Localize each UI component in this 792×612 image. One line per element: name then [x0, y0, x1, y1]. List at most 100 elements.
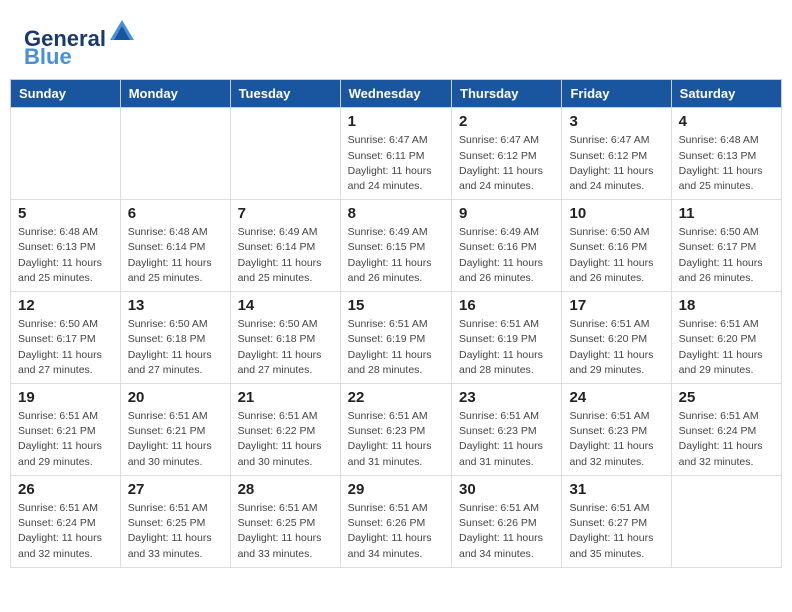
- calendar-cell: 10 Sunrise: 6:50 AM Sunset: 6:16 PM Dayli…: [562, 200, 671, 292]
- day-info: Sunrise: 6:51 AM Sunset: 6:23 PM Dayligh…: [459, 409, 554, 470]
- col-header-saturday: Saturday: [671, 80, 781, 108]
- day-info: Sunrise: 6:51 AM Sunset: 6:19 PM Dayligh…: [348, 317, 444, 378]
- calendar-week-2: 12 Sunrise: 6:50 AM Sunset: 6:17 PM Dayli…: [11, 292, 782, 384]
- calendar-cell: 11Sunrise: 6:50 AM Sunset: 6:17 PM Dayli…: [671, 200, 781, 292]
- calendar-table: SundayMondayTuesdayWednesdayThursdayFrid…: [10, 79, 782, 567]
- calendar-cell: [11, 108, 121, 200]
- day-number: 16: [459, 297, 554, 314]
- day-info: Sunrise: 6:51 AM Sunset: 6:27 PM Dayligh…: [569, 501, 663, 562]
- header: General Blue: [0, 0, 792, 79]
- day-number: 11: [679, 205, 774, 222]
- day-number: 30: [459, 481, 554, 498]
- day-number: 2: [459, 113, 554, 130]
- calendar-cell: 24Sunrise: 6:51 AM Sunset: 6:23 PM Dayli…: [562, 384, 671, 476]
- calendar-cell: [671, 475, 781, 567]
- day-info: Sunrise: 6:48 AM Sunset: 6:14 PM Dayligh…: [128, 225, 223, 286]
- day-info: Sunrise: 6:51 AM Sunset: 6:21 PM Dayligh…: [128, 409, 223, 470]
- logo-icon: [108, 18, 136, 46]
- col-header-tuesday: Tuesday: [230, 80, 340, 108]
- day-info: Sunrise: 6:51 AM Sunset: 6:24 PM Dayligh…: [679, 409, 774, 470]
- calendar-cell: 29 Sunrise: 6:51 AM Sunset: 6:26 PM Dayli…: [340, 475, 451, 567]
- day-info: Sunrise: 6:51 AM Sunset: 6:25 PM Dayligh…: [128, 501, 223, 562]
- calendar-week-4: 26 Sunrise: 6:51 AM Sunset: 6:24 PM Dayli…: [11, 475, 782, 567]
- day-number: 21: [238, 389, 333, 406]
- calendar-cell: 21 Sunrise: 6:51 AM Sunset: 6:22 PM Dayli…: [230, 384, 340, 476]
- calendar-cell: 20 Sunrise: 6:51 AM Sunset: 6:21 PM Dayli…: [120, 384, 230, 476]
- calendar-cell: 27Sunrise: 6:51 AM Sunset: 6:25 PM Dayli…: [120, 475, 230, 567]
- day-number: 18: [679, 297, 774, 314]
- day-number: 10: [569, 205, 663, 222]
- col-header-monday: Monday: [120, 80, 230, 108]
- calendar-cell: 19Sunrise: 6:51 AM Sunset: 6:21 PM Dayli…: [11, 384, 121, 476]
- day-number: 28: [238, 481, 333, 498]
- day-number: 17: [569, 297, 663, 314]
- day-info: Sunrise: 6:47 AM Sunset: 6:11 PM Dayligh…: [348, 133, 444, 194]
- day-info: Sunrise: 6:50 AM Sunset: 6:18 PM Dayligh…: [128, 317, 223, 378]
- day-info: Sunrise: 6:50 AM Sunset: 6:16 PM Dayligh…: [569, 225, 663, 286]
- calendar-wrapper: SundayMondayTuesdayWednesdayThursdayFrid…: [0, 79, 792, 577]
- day-number: 5: [18, 205, 113, 222]
- day-info: Sunrise: 6:51 AM Sunset: 6:26 PM Dayligh…: [348, 501, 444, 562]
- day-info: Sunrise: 6:48 AM Sunset: 6:13 PM Dayligh…: [18, 225, 113, 286]
- calendar-cell: 31 Sunrise: 6:51 AM Sunset: 6:27 PM Dayli…: [562, 475, 671, 567]
- day-number: 29: [348, 481, 444, 498]
- day-number: 31: [569, 481, 663, 498]
- day-info: Sunrise: 6:51 AM Sunset: 6:19 PM Dayligh…: [459, 317, 554, 378]
- day-info: Sunrise: 6:48 AM Sunset: 6:13 PM Dayligh…: [679, 133, 774, 194]
- day-info: Sunrise: 6:50 AM Sunset: 6:18 PM Dayligh…: [238, 317, 333, 378]
- day-info: Sunrise: 6:51 AM Sunset: 6:21 PM Dayligh…: [18, 409, 113, 470]
- day-number: 6: [128, 205, 223, 222]
- calendar-cell: 4 Sunrise: 6:48 AM Sunset: 6:13 PM Daylig…: [671, 108, 781, 200]
- calendar-cell: 16 Sunrise: 6:51 AM Sunset: 6:19 PM Dayli…: [452, 292, 562, 384]
- calendar-cell: 8 Sunrise: 6:49 AM Sunset: 6:15 PM Daylig…: [340, 200, 451, 292]
- calendar-cell: 9Sunrise: 6:49 AM Sunset: 6:16 PM Daylig…: [452, 200, 562, 292]
- col-header-wednesday: Wednesday: [340, 80, 451, 108]
- calendar-cell: 26 Sunrise: 6:51 AM Sunset: 6:24 PM Dayli…: [11, 475, 121, 567]
- calendar-cell: 28 Sunrise: 6:51 AM Sunset: 6:25 PM Dayli…: [230, 475, 340, 567]
- calendar-cell: [230, 108, 340, 200]
- day-info: Sunrise: 6:51 AM Sunset: 6:20 PM Dayligh…: [569, 317, 663, 378]
- calendar-cell: 15Sunrise: 6:51 AM Sunset: 6:19 PM Dayli…: [340, 292, 451, 384]
- day-info: Sunrise: 6:50 AM Sunset: 6:17 PM Dayligh…: [18, 317, 113, 378]
- day-number: 4: [679, 113, 774, 130]
- col-header-friday: Friday: [562, 80, 671, 108]
- calendar-cell: 25 Sunrise: 6:51 AM Sunset: 6:24 PM Dayli…: [671, 384, 781, 476]
- day-number: 13: [128, 297, 223, 314]
- day-info: Sunrise: 6:51 AM Sunset: 6:23 PM Dayligh…: [569, 409, 663, 470]
- calendar-cell: 6 Sunrise: 6:48 AM Sunset: 6:14 PM Daylig…: [120, 200, 230, 292]
- day-info: Sunrise: 6:49 AM Sunset: 6:15 PM Dayligh…: [348, 225, 444, 286]
- calendar-cell: 13 Sunrise: 6:50 AM Sunset: 6:18 PM Dayli…: [120, 292, 230, 384]
- col-header-sunday: Sunday: [11, 80, 121, 108]
- calendar-cell: 7Sunrise: 6:49 AM Sunset: 6:14 PM Daylig…: [230, 200, 340, 292]
- calendar-cell: 2 Sunrise: 6:47 AM Sunset: 6:12 PM Daylig…: [452, 108, 562, 200]
- day-info: Sunrise: 6:51 AM Sunset: 6:23 PM Dayligh…: [348, 409, 444, 470]
- day-number: 26: [18, 481, 113, 498]
- calendar-cell: 23Sunrise: 6:51 AM Sunset: 6:23 PM Dayli…: [452, 384, 562, 476]
- day-info: Sunrise: 6:51 AM Sunset: 6:26 PM Dayligh…: [459, 501, 554, 562]
- day-number: 20: [128, 389, 223, 406]
- calendar-cell: 14Sunrise: 6:50 AM Sunset: 6:18 PM Dayli…: [230, 292, 340, 384]
- day-info: Sunrise: 6:51 AM Sunset: 6:20 PM Dayligh…: [679, 317, 774, 378]
- day-info: Sunrise: 6:51 AM Sunset: 6:25 PM Dayligh…: [238, 501, 333, 562]
- col-header-thursday: Thursday: [452, 80, 562, 108]
- calendar-cell: 3 Sunrise: 6:47 AM Sunset: 6:12 PM Daylig…: [562, 108, 671, 200]
- calendar-cell: 18 Sunrise: 6:51 AM Sunset: 6:20 PM Dayli…: [671, 292, 781, 384]
- calendar-header-row: SundayMondayTuesdayWednesdayThursdayFrid…: [11, 80, 782, 108]
- calendar-week-3: 19Sunrise: 6:51 AM Sunset: 6:21 PM Dayli…: [11, 384, 782, 476]
- calendar-week-0: 1 Sunrise: 6:47 AM Sunset: 6:11 PM Daylig…: [11, 108, 782, 200]
- day-number: 3: [569, 113, 663, 130]
- day-number: 25: [679, 389, 774, 406]
- calendar-cell: 12 Sunrise: 6:50 AM Sunset: 6:17 PM Dayli…: [11, 292, 121, 384]
- page-container: General Blue SundayMondayTuesdayWednesda…: [0, 0, 792, 578]
- calendar-week-1: 5 Sunrise: 6:48 AM Sunset: 6:13 PM Daylig…: [11, 200, 782, 292]
- day-number: 12: [18, 297, 113, 314]
- day-info: Sunrise: 6:51 AM Sunset: 6:22 PM Dayligh…: [238, 409, 333, 470]
- day-info: Sunrise: 6:49 AM Sunset: 6:16 PM Dayligh…: [459, 225, 554, 286]
- day-number: 1: [348, 113, 444, 130]
- day-info: Sunrise: 6:49 AM Sunset: 6:14 PM Dayligh…: [238, 225, 333, 286]
- day-info: Sunrise: 6:47 AM Sunset: 6:12 PM Dayligh…: [569, 133, 663, 194]
- day-info: Sunrise: 6:47 AM Sunset: 6:12 PM Dayligh…: [459, 133, 554, 194]
- day-number: 8: [348, 205, 444, 222]
- day-info: Sunrise: 6:51 AM Sunset: 6:24 PM Dayligh…: [18, 501, 113, 562]
- logo: General Blue: [24, 18, 136, 69]
